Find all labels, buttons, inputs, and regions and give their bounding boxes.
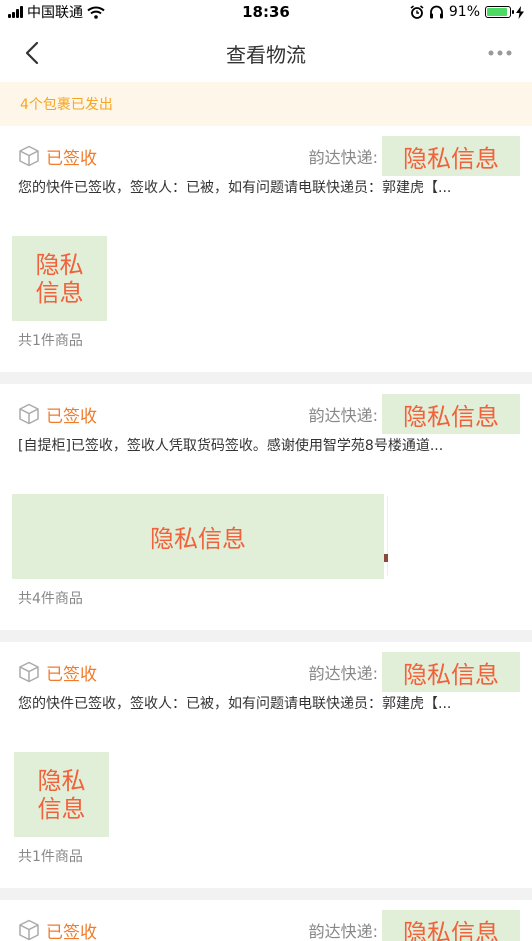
package-notice: 4个包裹已发出 — [0, 82, 532, 126]
package-description: 您的快件已签收，签收人：已被，如有问题请电联快递员：郭建虎【... — [18, 696, 452, 712]
package-status: 已签收 — [46, 664, 97, 685]
product-image-redacted[interactable]: 隐私信息 — [12, 236, 107, 321]
package-description: [自提柜]已签收，签收人凭取货码签收。感谢使用智学苑8号楼通道... — [18, 438, 444, 454]
battery-icon — [485, 6, 514, 18]
tracking-number-redacted: 隐私信息 — [382, 136, 520, 176]
charging-icon — [516, 5, 524, 19]
signal-icon — [8, 6, 23, 18]
package-card[interactable]: 已签收 韵达快递: 隐私信息 [自提柜]已签收，签收人凭取货码签收。感谢使用智学… — [0, 384, 532, 630]
battery-percent: 91% — [448, 4, 480, 20]
carrier-name: 中国联通 — [27, 5, 83, 21]
item-count: 共4件商品 — [18, 591, 83, 607]
package-card[interactable]: 已签收 韵达快递: 隐私信息 您的快件已签收，签收人：已被，如有问题请电联快递员… — [0, 126, 532, 372]
package-box-icon — [19, 661, 39, 683]
product-image-redacted[interactable]: 隐私信息 — [14, 752, 109, 837]
page-title: 查看物流 — [226, 42, 306, 67]
status-bar: 中国联通 18:36 91% — [0, 0, 532, 24]
package-status: 已签收 — [46, 922, 97, 941]
package-box-icon — [19, 403, 39, 425]
item-count: 共1件商品 — [18, 849, 83, 865]
alarm-icon — [410, 5, 424, 19]
more-dots-icon — [488, 50, 512, 56]
package-card[interactable]: 已签收 韵达快递: 隐私信息 您的快件已签收，签收人：已被，如有问题请电联快递员… — [0, 642, 532, 888]
tracking-number-redacted: 隐私信息 — [382, 910, 520, 941]
package-box-icon — [19, 919, 39, 941]
courier-name: 韵达快递: — [308, 664, 378, 683]
package-card[interactable]: 已签收 韵达快递: 隐私信息 — [0, 900, 532, 941]
image-edge-divider — [387, 496, 388, 576]
back-arrow-icon — [25, 41, 39, 65]
wifi-icon — [87, 6, 105, 19]
headphones-icon — [429, 5, 443, 19]
package-description: 您的快件已签收，签收人：已被，如有问题请电联快递员：郭建虎【... — [18, 180, 452, 196]
package-status: 已签收 — [46, 148, 97, 169]
courier-name: 韵达快递: — [308, 922, 378, 941]
package-status: 已签收 — [46, 406, 97, 427]
courier-name: 韵达快递: — [308, 406, 378, 425]
product-images-redacted[interactable]: 隐私信息 — [12, 494, 384, 579]
package-box-icon — [19, 145, 39, 167]
tracking-number-redacted: 隐私信息 — [382, 394, 520, 434]
back-button[interactable] — [14, 35, 50, 71]
item-count: 共1件商品 — [18, 333, 83, 349]
courier-name: 韵达快递: — [308, 148, 378, 167]
more-button[interactable] — [482, 35, 518, 71]
image-edge-mark — [384, 554, 388, 562]
tracking-number-redacted: 隐私信息 — [382, 652, 520, 692]
nav-bar: 查看物流 — [0, 24, 532, 82]
